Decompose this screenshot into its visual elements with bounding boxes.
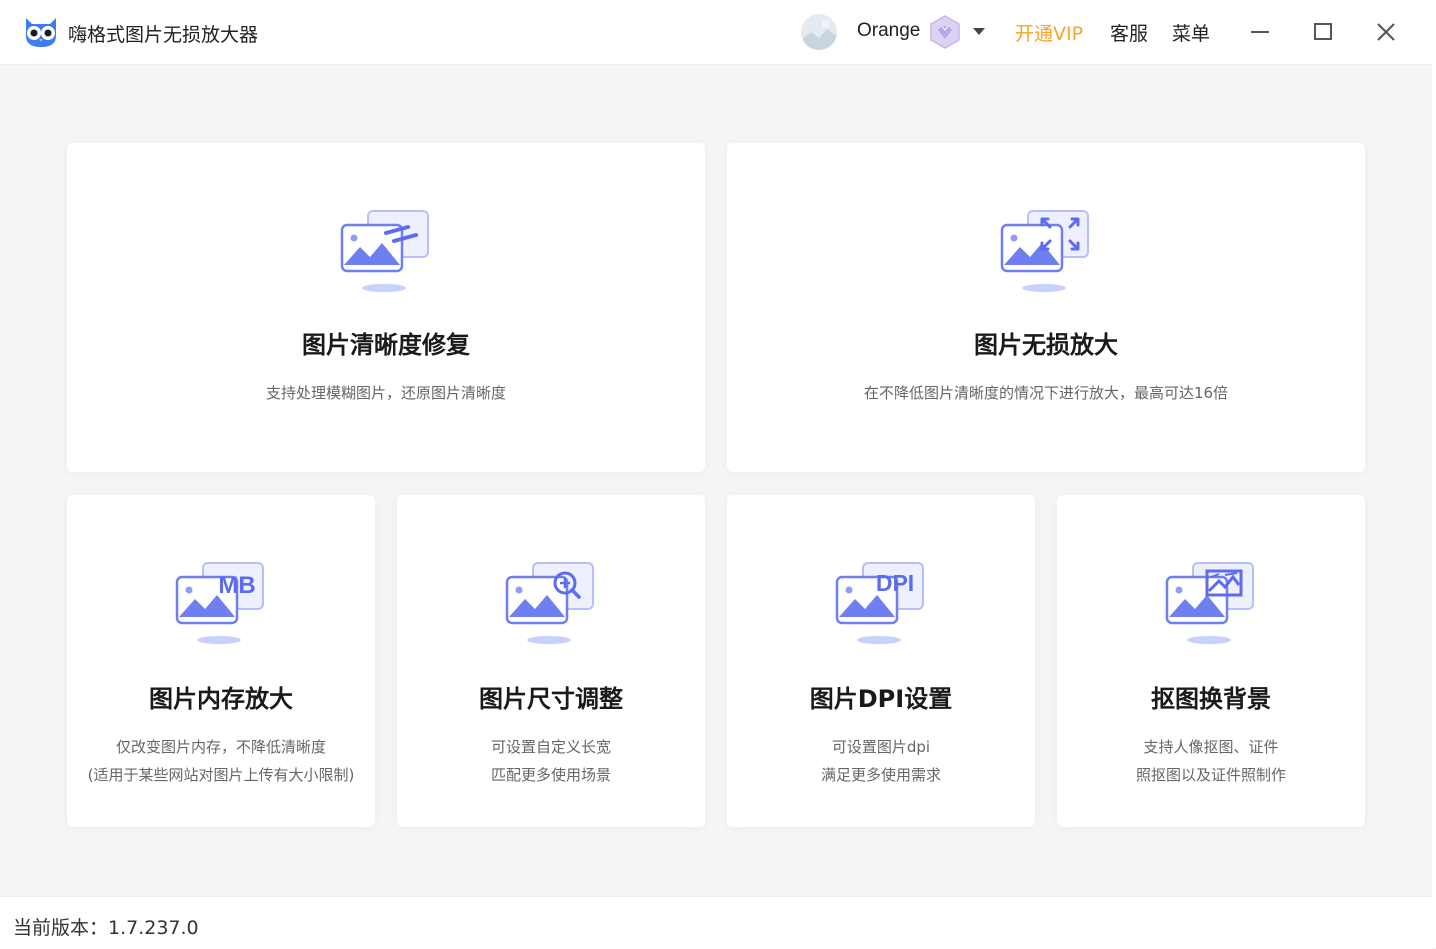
version-label: 当前版本：1.7.237.0	[13, 917, 199, 939]
close-icon[interactable]	[1368, 14, 1404, 50]
image-expand-icon	[1000, 210, 1089, 292]
avatar-image-icon	[801, 14, 837, 50]
status-bar: 当前版本：1.7.237.0	[0, 896, 1432, 949]
chevron-down-icon[interactable]	[970, 22, 988, 40]
minimize-icon[interactable]	[1242, 14, 1278, 50]
customer-service-button[interactable]: 客服	[1110, 19, 1148, 46]
feature-card-resize[interactable]: 图片尺寸调整 可设置自定义长宽 匹配更多使用场景	[397, 495, 705, 827]
feature-title: 抠图换背景	[1151, 685, 1271, 713]
image-mb-icon: MB	[175, 562, 264, 644]
feature-description: 仅改变图片内存，不降低清晰度 (适用于某些网站对图片上传有大小限制)	[87, 738, 355, 784]
feature-card-cutout[interactable]: 抠图换背景 支持人像抠图、证件 照抠图以及证件照制作	[1057, 495, 1365, 827]
owl-logo-icon	[26, 18, 56, 47]
image-dpi-icon: DPI	[835, 562, 924, 644]
app-title: 嗨格式图片无损放大器	[68, 24, 259, 46]
maximize-icon[interactable]	[1305, 14, 1341, 50]
feature-description: 在不降低图片清晰度的情况下进行放大，最高可达16倍	[863, 384, 1229, 402]
vip-diamond-icon	[930, 15, 960, 49]
feature-description: 可设置图片dpi 满足更多使用需求	[820, 738, 941, 784]
feature-card-memory[interactable]: MB 图片内存放大 仅改变图片内存，不降低清晰度 (适用于某些网站对图片上传有大…	[67, 495, 375, 827]
svg-text:DPI: DPI	[876, 570, 914, 596]
feature-title: 图片无损放大	[974, 331, 1118, 359]
user-avatar[interactable]	[801, 14, 837, 50]
feature-description: 支持处理模糊图片，还原图片清晰度	[265, 384, 506, 402]
image-sharpen-icon	[340, 210, 429, 292]
image-zoom-icon	[505, 562, 594, 644]
window-edge	[1432, 0, 1436, 948]
image-cutout-icon	[1165, 562, 1254, 644]
menu-button[interactable]: 菜单	[1172, 19, 1210, 46]
app-window: 嗨格式图片无损放大器 Orange 开通VIP 客服 菜单 图片清晰度修复 支持…	[0, 0, 1432, 949]
feature-title: 图片DPI设置	[809, 685, 953, 713]
feature-title: 图片尺寸调整	[479, 685, 623, 713]
feature-title: 图片内存放大	[149, 685, 293, 713]
svg-text:MB: MB	[218, 572, 255, 599]
feature-card-upscale[interactable]: 图片无损放大 在不降低图片清晰度的情况下进行放大，最高可达16倍	[727, 143, 1365, 472]
feature-card-dpi[interactable]: DPI 图片DPI设置 可设置图片dpi 满足更多使用需求	[727, 495, 1035, 827]
open-vip-link[interactable]: 开通VIP	[1015, 19, 1083, 46]
feature-description: 可设置自定义长宽 匹配更多使用场景	[490, 738, 611, 784]
feature-card-sharpen[interactable]: 图片清晰度修复 支持处理模糊图片，还原图片清晰度	[67, 143, 705, 472]
username: Orange	[857, 20, 921, 41]
feature-title: 图片清晰度修复	[302, 331, 470, 359]
feature-description: 支持人像抠图、证件 照抠图以及证件照制作	[1135, 738, 1286, 784]
title-bar: 嗨格式图片无损放大器 Orange 开通VIP 客服 菜单	[0, 0, 1432, 65]
